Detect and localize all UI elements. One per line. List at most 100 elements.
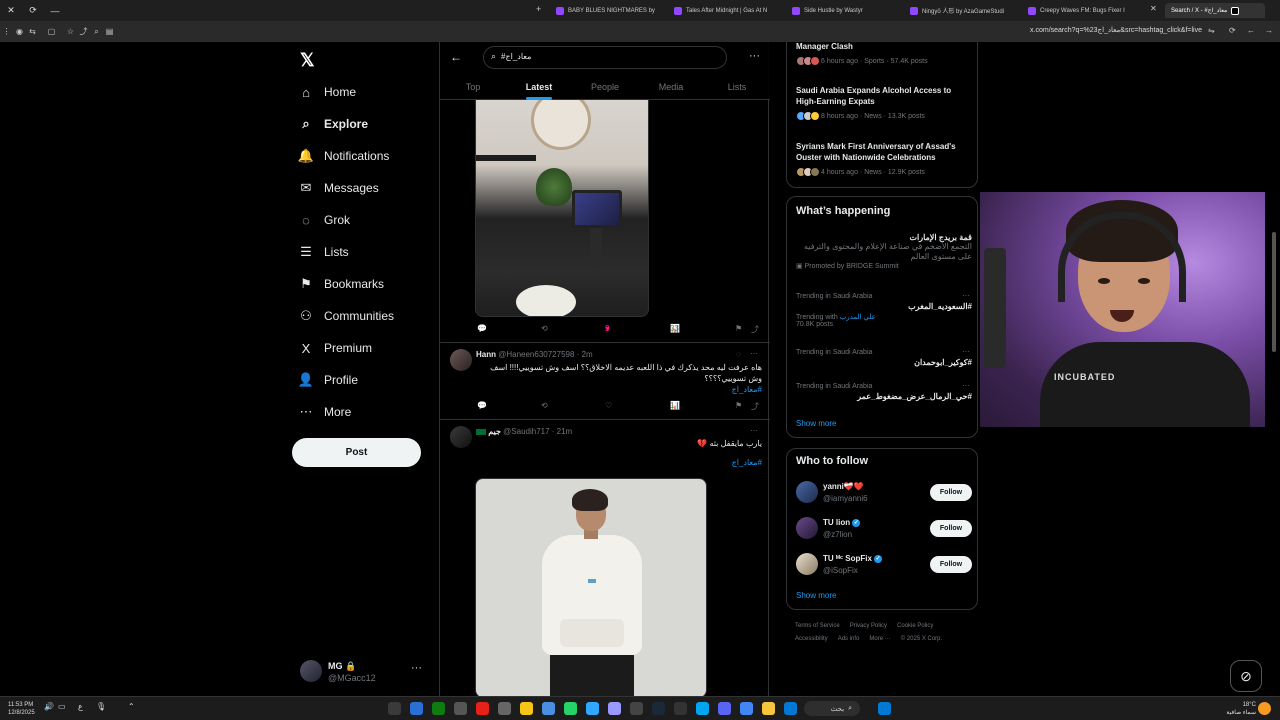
search-input[interactable]: ⌕ #معاد_اج bbox=[483, 46, 727, 69]
follow-suggestion[interactable]: yanni❤️‍🩹❤️ @iamyanni6 Follow bbox=[796, 481, 972, 507]
account-switcher[interactable]: MG 🔒 @MGacc12 ··· bbox=[300, 658, 432, 686]
post-button[interactable]: Post bbox=[292, 438, 421, 467]
footer-link[interactable]: Ads info bbox=[838, 636, 860, 642]
more-dots-icon[interactable]: ··· bbox=[411, 662, 422, 674]
app-icon[interactable] bbox=[498, 702, 511, 715]
nav-item-notifications[interactable]: 🔔 Notifications bbox=[298, 144, 389, 168]
more-dots-icon[interactable]: ··· bbox=[750, 426, 758, 435]
nav-item-grok[interactable]: ◌ Grok bbox=[299, 208, 350, 232]
tweet-image[interactable] bbox=[475, 100, 649, 317]
close-window-icon[interactable]: ✕ bbox=[0, 5, 22, 16]
premiere-icon[interactable] bbox=[608, 702, 621, 715]
app-icon[interactable] bbox=[454, 702, 467, 715]
xbox-icon[interactable] bbox=[432, 702, 445, 715]
network-icon[interactable]: ▭ bbox=[58, 702, 66, 711]
speaker-icon[interactable]: 🔊 bbox=[44, 702, 54, 711]
news-item[interactable]: Manager Clash 6 hours ago · Sports · 57.… bbox=[796, 42, 972, 66]
reader-icon[interactable]: ▤ bbox=[103, 27, 116, 36]
more-dots-icon[interactable]: ··· bbox=[962, 291, 970, 300]
footer-link[interactable]: Cookie Policy bbox=[897, 623, 933, 629]
weather-widget[interactable]: 18°C سماء صافية bbox=[1222, 701, 1256, 717]
chevron-up-icon[interactable]: ⌃ bbox=[128, 702, 135, 711]
taskbar-search[interactable]: بحث ⌕ bbox=[804, 701, 860, 716]
nav-item-explore[interactable]: ⌕ Explore bbox=[299, 112, 368, 136]
browser-tab[interactable]: Tales After Midnight | Gas At N bbox=[668, 3, 783, 18]
star-icon[interactable]: ☆ bbox=[64, 27, 77, 36]
tab-top[interactable]: Top bbox=[440, 78, 506, 100]
nav-item-communities[interactable]: ⚇ Communities bbox=[299, 304, 394, 328]
profile-icon[interactable]: ◉ bbox=[13, 27, 26, 36]
trend-item[interactable]: ··· Trending in Saudi Arabia #حي_الرمال_… bbox=[796, 381, 972, 401]
news-item[interactable]: Syrians Mark First Anniversary of Assad'… bbox=[796, 141, 972, 177]
reload-icon[interactable]: ⟳ bbox=[1229, 26, 1236, 35]
more-dots-icon[interactable]: ··· bbox=[749, 50, 760, 62]
retweet-icon[interactable]: ⟲ bbox=[541, 401, 548, 410]
tweet-hashtag[interactable]: #معاد_اج bbox=[476, 457, 762, 468]
app-icon[interactable] bbox=[696, 702, 709, 715]
forward-arrow-icon[interactable]: → bbox=[1265, 26, 1273, 35]
bookmark-icon[interactable]: ⚑ bbox=[735, 324, 742, 333]
back-arrow-icon[interactable]: ← bbox=[450, 50, 462, 64]
x-logo-icon[interactable]: 𝕏 bbox=[300, 50, 315, 71]
back-arrow-icon[interactable]: ← bbox=[1247, 26, 1255, 35]
app-icon[interactable] bbox=[674, 702, 687, 715]
grok-icon[interactable]: ◌ bbox=[736, 350, 741, 359]
show-more-link[interactable]: Show more bbox=[796, 419, 836, 428]
footer-link[interactable]: Privacy Policy bbox=[850, 623, 887, 629]
nav-item-messages[interactable]: ✉ Messages bbox=[299, 176, 379, 200]
more-dots-icon[interactable]: ··· bbox=[962, 381, 970, 390]
browser-tab-active[interactable]: Search / X - #معاد_اج bbox=[1165, 3, 1265, 18]
translate-icon[interactable]: ⇋ bbox=[1208, 26, 1215, 35]
tab-media[interactable]: Media bbox=[638, 78, 704, 100]
avatar[interactable] bbox=[450, 349, 472, 371]
zoom-icon[interactable]: ⌕ bbox=[90, 27, 103, 37]
more-dots-icon[interactable]: ··· bbox=[750, 349, 758, 358]
trend-item[interactable]: ··· Trending in Saudi Arabia #السعوديه_ا… bbox=[796, 291, 972, 328]
grok-float-icon[interactable]: ⊘ bbox=[1230, 660, 1262, 692]
edge-icon[interactable] bbox=[784, 702, 797, 715]
minimize-icon[interactable]: — bbox=[44, 6, 66, 16]
follow-button[interactable]: Follow bbox=[930, 556, 972, 573]
follow-button[interactable]: Follow bbox=[930, 484, 972, 501]
footer-link[interactable]: Terms of Service bbox=[795, 623, 840, 629]
tab-people[interactable]: People bbox=[572, 78, 638, 100]
tab-lists[interactable]: Lists bbox=[704, 78, 770, 100]
tweet-image[interactable] bbox=[475, 478, 707, 696]
share-icon[interactable]: ⤴ bbox=[751, 401, 759, 412]
nav-item-premium[interactable]: X Premium bbox=[299, 336, 372, 360]
bookmark-icon[interactable]: ⚑ bbox=[735, 401, 742, 410]
app-icon[interactable] bbox=[520, 702, 533, 715]
app-icon[interactable] bbox=[542, 702, 555, 715]
footer-link[interactable]: More ··· bbox=[869, 636, 890, 642]
browser-tab[interactable]: Side Hustle by Wastyr bbox=[786, 3, 901, 18]
windows-start-icon[interactable] bbox=[878, 702, 891, 715]
like-icon[interactable]: ♡ bbox=[605, 401, 612, 410]
youtube-icon[interactable] bbox=[476, 702, 489, 715]
retweet-icon[interactable]: ⟲ bbox=[541, 324, 548, 333]
refresh-icon[interactable]: ⟳ bbox=[22, 5, 44, 16]
tab-latest[interactable]: Latest bbox=[506, 78, 572, 100]
folder-icon[interactable] bbox=[762, 702, 775, 715]
share-icon[interactable]: ⤴ bbox=[751, 324, 759, 335]
discord-icon[interactable] bbox=[718, 702, 731, 715]
share-icon[interactable]: ⤴ bbox=[77, 26, 90, 37]
menu-icon[interactable]: ⋮ bbox=[0, 27, 13, 36]
trend-with-value[interactable]: علي المدرب bbox=[840, 314, 876, 321]
follow-button[interactable]: Follow bbox=[930, 520, 972, 537]
close-tab-icon[interactable]: ✕ bbox=[1150, 4, 1157, 13]
browser-tab[interactable]: Ningyō 人形 by AzaGameStudi bbox=[904, 3, 1019, 18]
footer-link[interactable]: Accessibility bbox=[795, 636, 828, 642]
more-dots-icon[interactable]: ··· bbox=[962, 347, 970, 356]
follow-suggestion[interactable]: TU lion ✓ @z7lion Follow bbox=[796, 517, 972, 543]
browser-tab[interactable]: Creepy Waves FM: Bugs Fixer I bbox=[1022, 3, 1147, 18]
tweet-hashtag[interactable]: #معاد_اج bbox=[476, 384, 762, 395]
tab-icon[interactable]: ▢ bbox=[45, 27, 58, 36]
trend-item[interactable]: ··· Trending in Saudi Arabia #كوكير_ابوح… bbox=[796, 347, 972, 367]
clock[interactable]: 11:53 PM 12/8/2025 bbox=[8, 701, 35, 717]
reply-icon[interactable]: 💬 bbox=[477, 324, 487, 333]
scrollbar[interactable] bbox=[1272, 232, 1276, 352]
nav-item-home[interactable]: ⌂ Home bbox=[299, 80, 356, 104]
language-icon[interactable]: ع bbox=[78, 702, 83, 711]
address-field[interactable]: x.com/search?q=%23معاد_اج&src=hashtag_cl… bbox=[1030, 26, 1202, 34]
browser-tab[interactable]: BABY BLUES NIGHTMARES by bbox=[550, 3, 665, 18]
